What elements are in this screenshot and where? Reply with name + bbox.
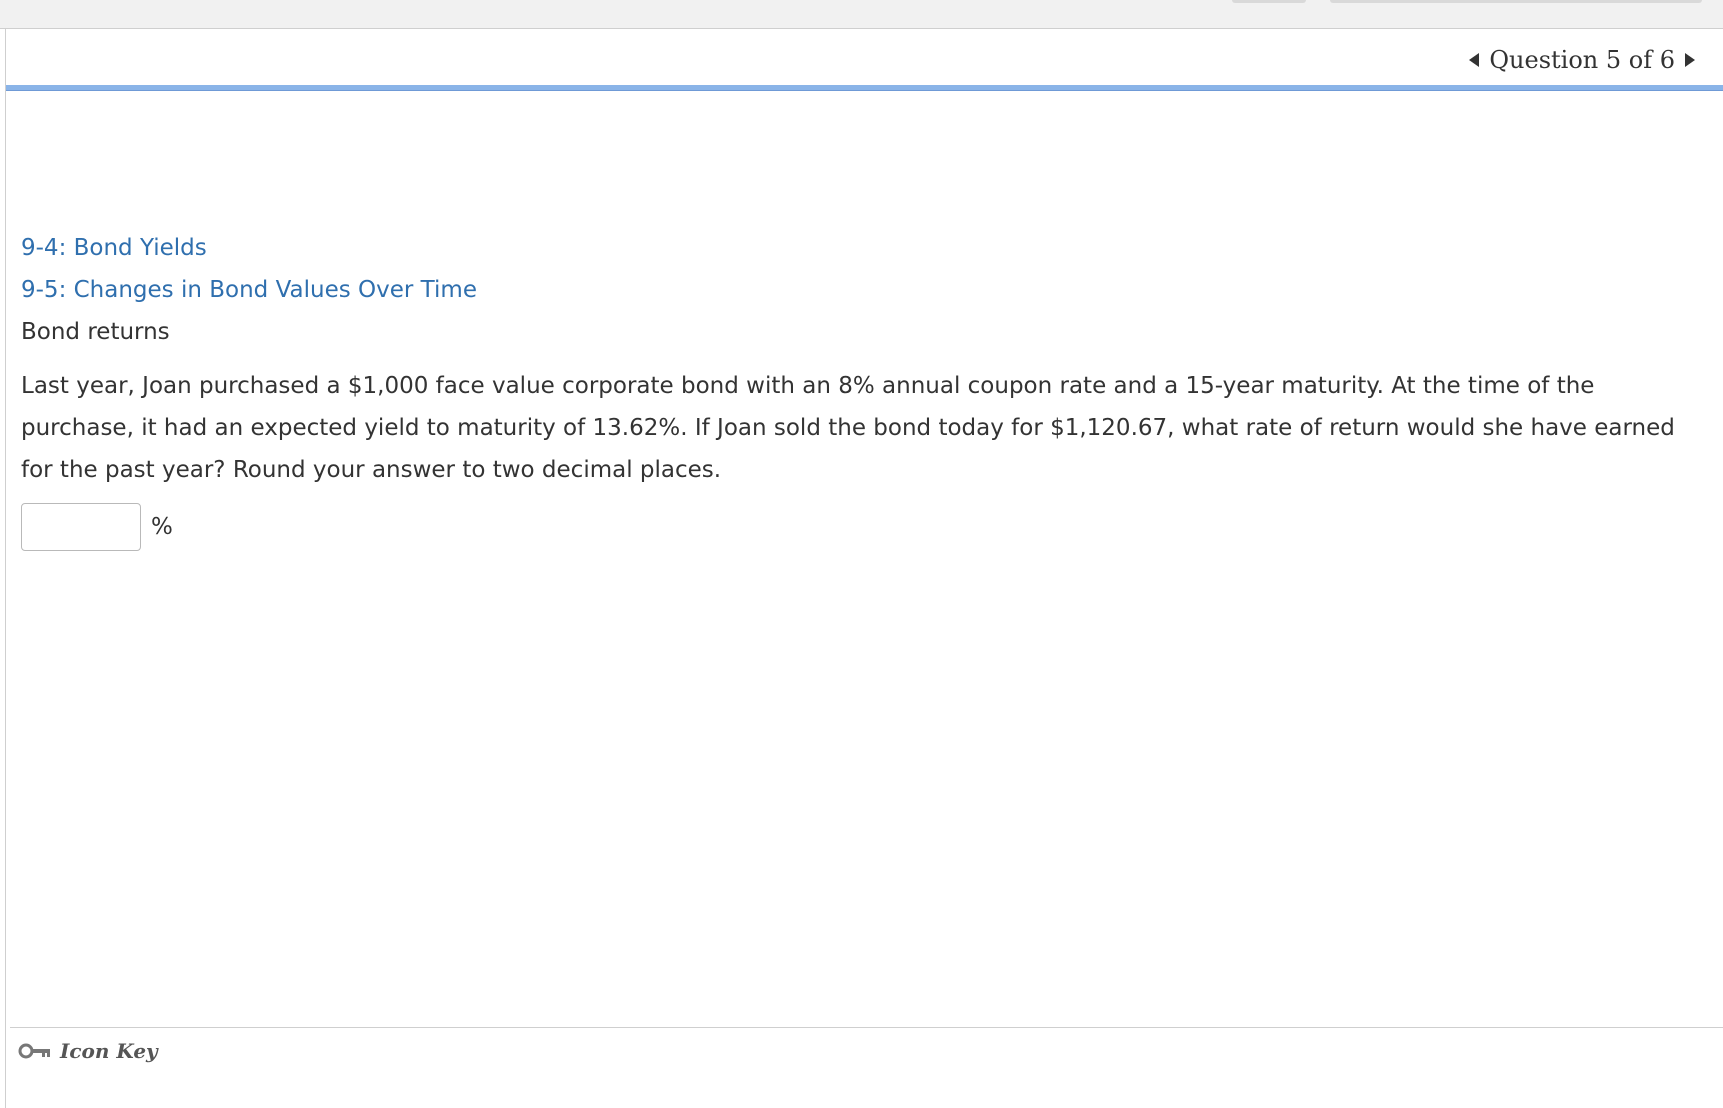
question-content: 9-4: Bond Yields 9-5: Changes in Bond Va… <box>21 227 1711 551</box>
answer-input[interactable] <box>21 503 141 551</box>
caret-right-icon[interactable] <box>1685 53 1695 67</box>
question-navigator: Question 5 of 6 <box>1469 44 1695 76</box>
footer-divider <box>10 1027 1723 1028</box>
top-tab-shadow <box>1232 0 1306 3</box>
top-tab-shadow <box>1330 0 1702 3</box>
answer-unit: % <box>151 514 173 540</box>
answer-row: % <box>21 503 1711 551</box>
question-frame: Question 5 of 6 9-4: Bond Yields 9-5: Ch… <box>5 29 1723 1108</box>
icon-key-label: Icon Key <box>60 1039 158 1063</box>
icon-key-link[interactable]: Icon Key <box>18 1039 158 1063</box>
topic-link-bond-values-over-time[interactable]: 9-5: Changes in Bond Values Over Time <box>21 269 1711 311</box>
browser-top-strip <box>0 0 1723 29</box>
caret-left-icon[interactable] <box>1469 53 1480 67</box>
problem-text: Last year, Joan purchased a $1,000 face … <box>21 373 1675 483</box>
question-counter: Question 5 of 6 <box>1489 46 1675 74</box>
problem-title: Bond returns <box>21 319 170 345</box>
header-accent-rule <box>6 85 1723 91</box>
topic-link-bond-yields[interactable]: 9-4: Bond Yields <box>21 227 1711 269</box>
key-icon <box>18 1043 50 1059</box>
